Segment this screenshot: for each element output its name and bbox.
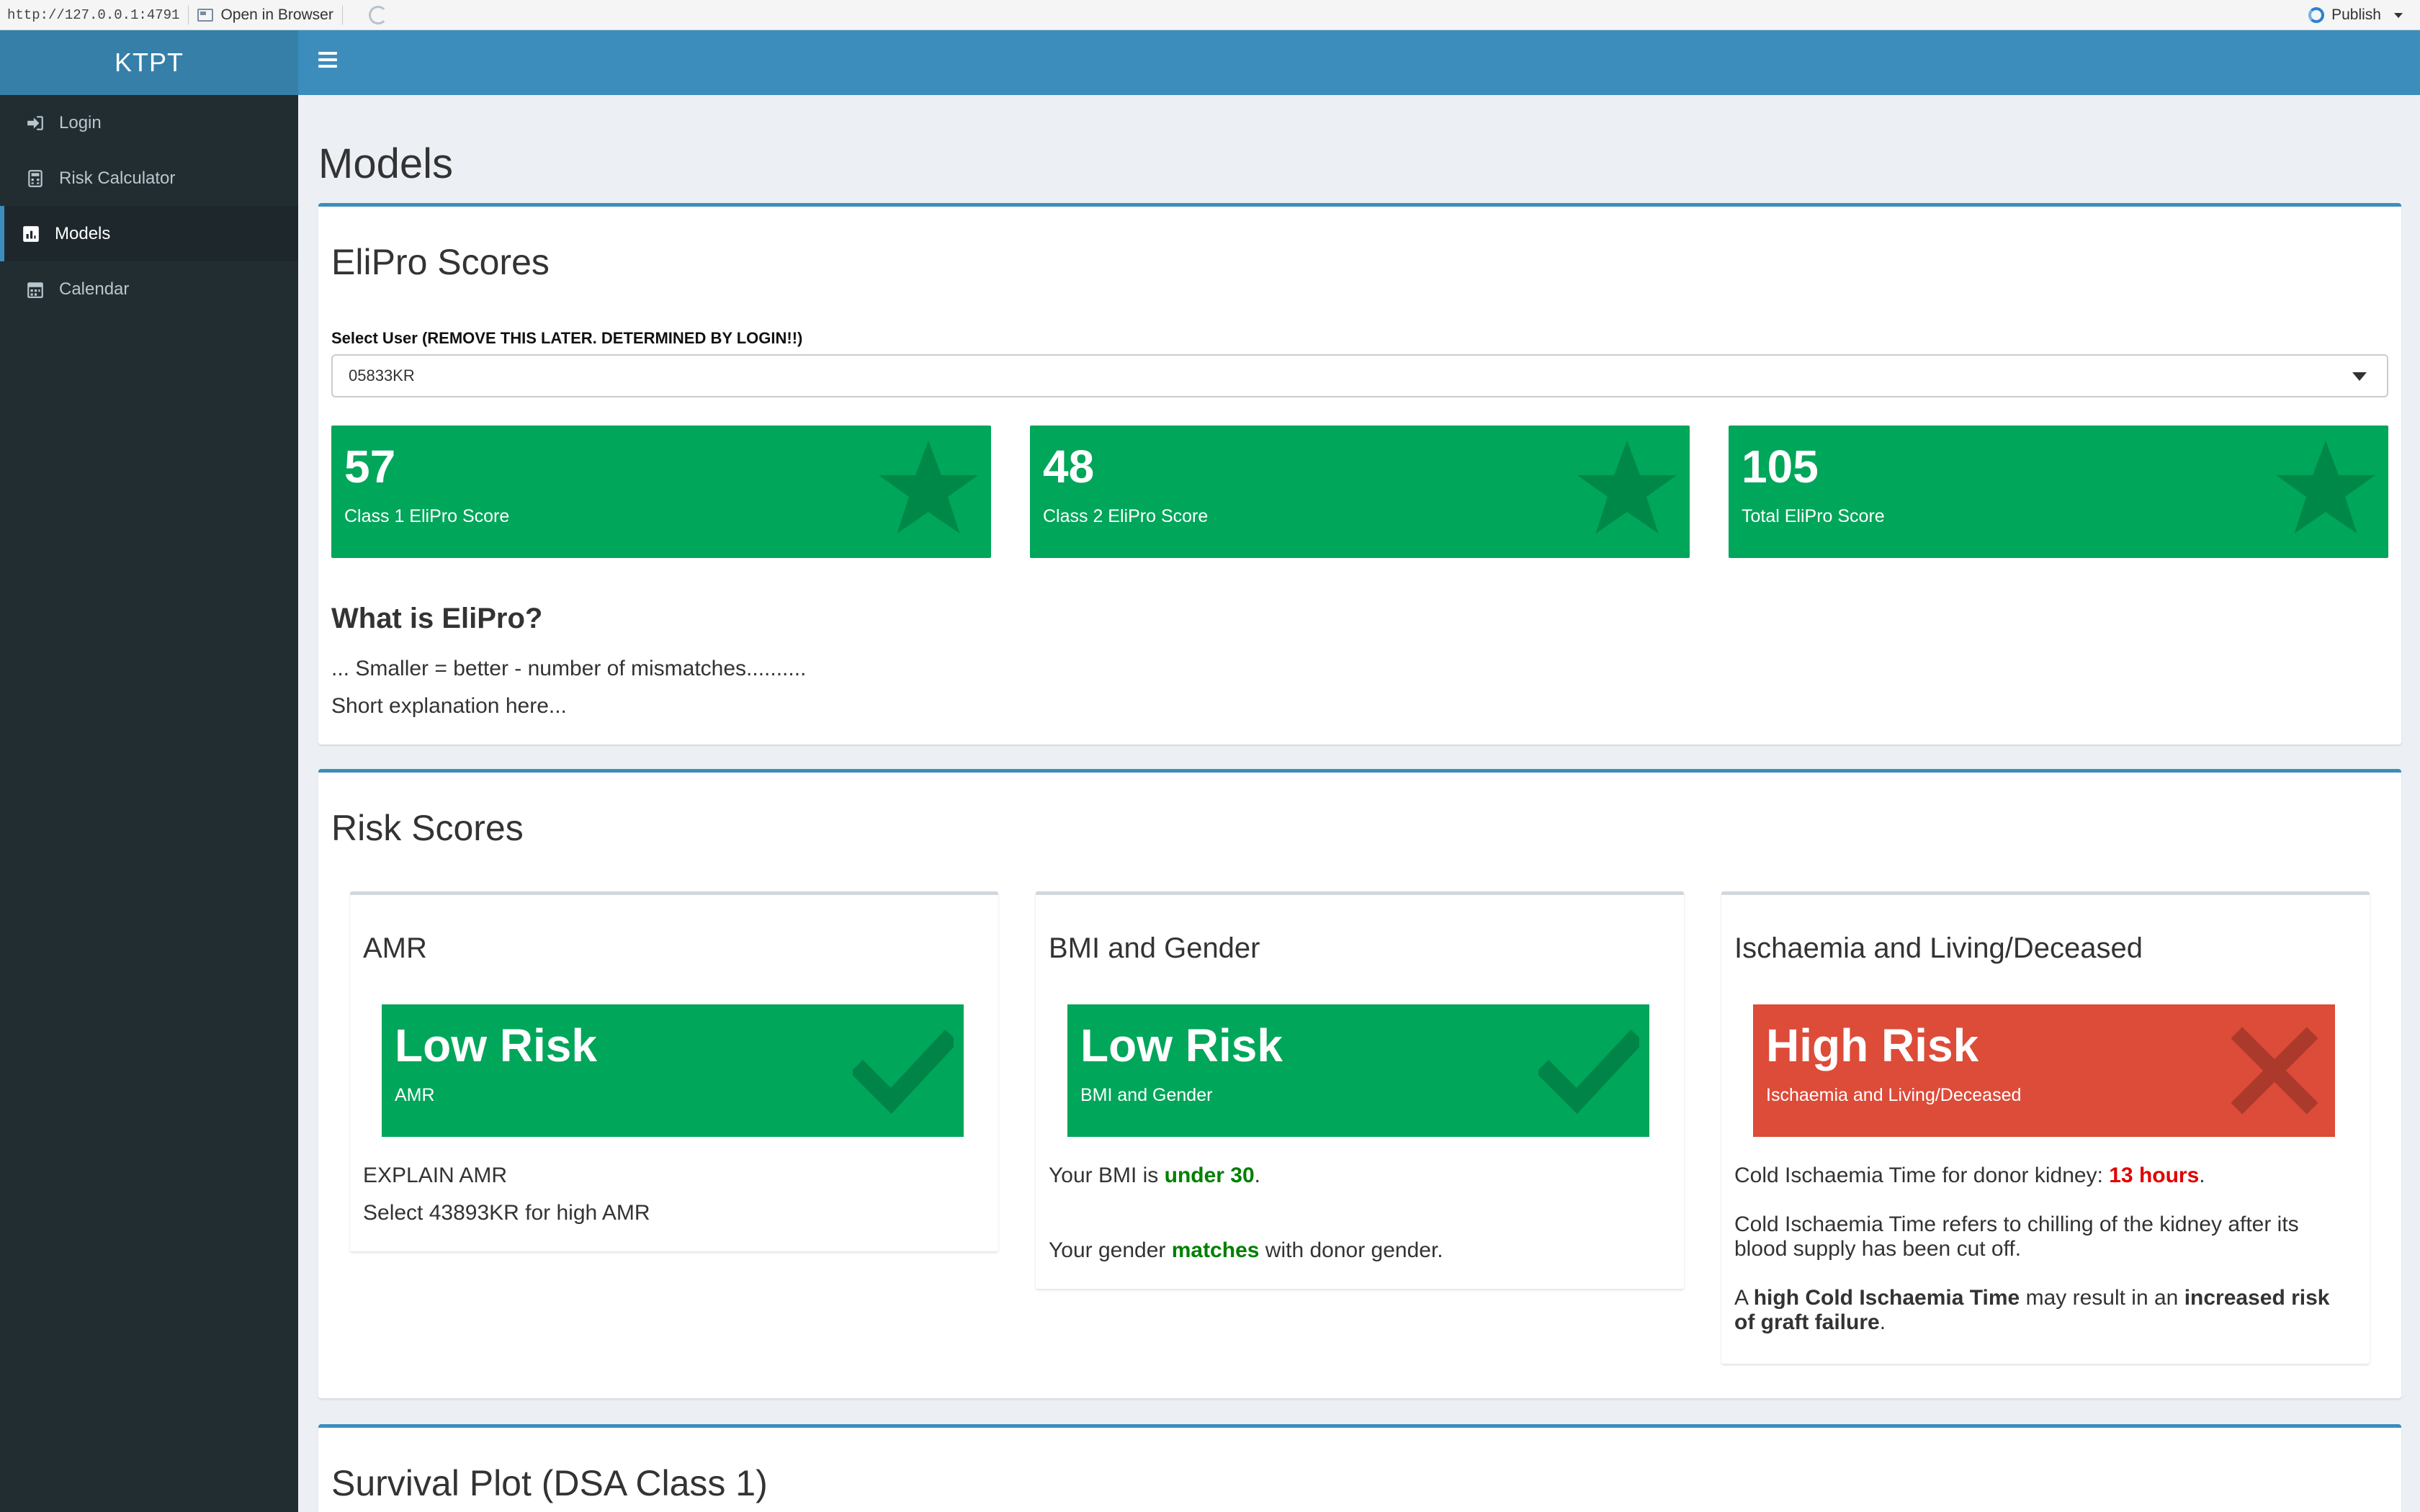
risk-scores-title: Risk Scores xyxy=(331,808,524,848)
sidebar-item-risk-calculator[interactable]: Risk Calculator xyxy=(0,150,298,206)
star-icon xyxy=(1577,441,1677,534)
risk-status-box: Low Risk AMR xyxy=(382,1004,964,1137)
survival-plot-box: Survival Plot (DSA Class 1) xyxy=(318,1424,2401,1512)
risk-status-box: High Risk Ischaemia and Living/Deceased xyxy=(1753,1004,2335,1137)
elipro-box: EliPro Scores Select User (REMOVE THIS L… xyxy=(318,203,2401,744)
viewer-url: http://127.0.0.1:4791 xyxy=(7,6,180,23)
risk-sublabel: BMI and Gender xyxy=(1080,1085,1213,1105)
score-label: Class 1 EliPro Score xyxy=(344,506,510,526)
card-title: BMI and Gender xyxy=(1049,932,1260,964)
cit-suffix: . xyxy=(2199,1164,2205,1187)
page-title: Models xyxy=(318,140,453,187)
warn-text: may result in an xyxy=(2020,1286,2184,1310)
risk-sublabel: Ischaemia and Living/Deceased xyxy=(1766,1085,2022,1105)
elipro-title: EliPro Scores xyxy=(331,242,550,282)
card-title: Ischaemia and Living/Deceased xyxy=(1734,932,2143,964)
main-content: Models EliPro Scores Select User (REMOVE… xyxy=(298,95,2420,1512)
risk-status: Low Risk xyxy=(395,1020,597,1071)
publish-label: Publish xyxy=(2331,6,2381,23)
sidebar-item-login[interactable]: Login xyxy=(0,95,298,150)
gender-suffix: with donor gender. xyxy=(1259,1238,1443,1262)
sidebar-item-label: Risk Calculator xyxy=(59,168,176,188)
ischaemia-card: Ischaemia and Living/Deceased High Risk … xyxy=(1721,891,2370,1364)
select-user-label: Select User (REMOVE THIS LATER. DETERMIN… xyxy=(331,329,803,347)
bmi-text: Your BMI is under 30. xyxy=(1049,1164,1260,1188)
open-in-browser-label: Open in Browser xyxy=(220,6,333,23)
user-select-value: 05833KR xyxy=(349,366,415,384)
chevron-down-icon xyxy=(2394,12,2403,18)
times-icon xyxy=(2231,1027,2318,1115)
class2-score-box: 48 Class 2 EliPro Score xyxy=(1030,426,1690,558)
survival-plot-title: Survival Plot (DSA Class 1) xyxy=(331,1463,768,1503)
calculator-icon xyxy=(26,169,45,188)
warn-text: A xyxy=(1734,1286,1754,1310)
calendar-icon xyxy=(26,280,45,299)
sidebar-menu: Login Risk Calculator Models Calendar xyxy=(0,95,298,317)
bmi-value: under 30 xyxy=(1164,1164,1255,1187)
score-value: 57 xyxy=(344,441,396,492)
warn-emphasis: high Cold Ischaemia Time xyxy=(1753,1286,2020,1310)
elipro-explanation-line: Short explanation here... xyxy=(331,694,567,718)
what-is-elipro-heading: What is EliPro? xyxy=(331,603,543,634)
risk-scores-box: Risk Scores AMR Low Risk AMR EXPLAIN AMR… xyxy=(318,769,2401,1398)
user-select[interactable]: 05833KR xyxy=(331,354,2388,397)
bmi-prefix: Your BMI is xyxy=(1049,1164,1165,1187)
cit-prefix: Cold Ischaemia Time for donor kidney: xyxy=(1734,1164,2110,1187)
gender-prefix: Your gender xyxy=(1049,1238,1172,1262)
cit-definition: Cold Ischaemia Time refers to chilling o… xyxy=(1734,1212,2299,1261)
check-icon xyxy=(1538,1029,1639,1115)
score-label: Total EliPro Score xyxy=(1742,506,1885,526)
bmi-gender-card: BMI and Gender Low Risk BMI and Gender Y… xyxy=(1036,891,1684,1289)
class1-score-box: 57 Class 1 EliPro Score xyxy=(331,426,991,558)
app-logo[interactable]: KTPT xyxy=(0,30,298,95)
publish-icon xyxy=(2308,7,2325,23)
score-label: Class 2 EliPro Score xyxy=(1043,506,1209,526)
browser-icon xyxy=(197,8,214,22)
cit-value: 13 hours xyxy=(2109,1164,2200,1187)
bar-chart-icon xyxy=(22,225,40,243)
amr-card: AMR Low Risk AMR EXPLAIN AMR Select 4389… xyxy=(350,891,998,1251)
amr-explain-line: EXPLAIN AMR xyxy=(363,1164,508,1187)
bmi-suffix: . xyxy=(1254,1164,1261,1187)
sidebar-item-label: Login xyxy=(59,112,102,132)
cit-warning: A high Cold Ischaemia Time may result in… xyxy=(1734,1286,2354,1335)
sidebar: KTPT Login Risk Calculator Models Calend… xyxy=(0,30,298,1512)
chevron-down-icon xyxy=(2352,372,2367,381)
star-icon xyxy=(879,441,978,534)
sidebar-item-calendar[interactable]: Calendar xyxy=(0,261,298,317)
refresh-icon[interactable] xyxy=(368,5,387,24)
check-icon xyxy=(853,1029,954,1115)
sidebar-item-models[interactable]: Models xyxy=(0,206,298,261)
sidebar-item-label: Calendar xyxy=(59,279,130,299)
toolbar-divider xyxy=(188,5,189,24)
sign-in-icon xyxy=(26,114,45,132)
viewer-toolbar: http://127.0.0.1:4791 Open in Browser Pu… xyxy=(0,0,2420,30)
cit-text: Cold Ischaemia Time for donor kidney: 13… xyxy=(1734,1164,2205,1188)
risk-status: High Risk xyxy=(1766,1020,1979,1071)
open-in-browser-button[interactable]: Open in Browser xyxy=(197,6,333,24)
star-icon xyxy=(2276,441,2375,534)
menu-toggle-icon[interactable] xyxy=(318,52,337,68)
score-value: 105 xyxy=(1742,441,1819,492)
gender-text: Your gender matches with donor gender. xyxy=(1049,1238,1443,1263)
top-navbar xyxy=(298,30,2420,95)
warn-text: . xyxy=(1879,1310,1886,1334)
sidebar-item-label: Models xyxy=(55,223,111,243)
publish-button[interactable]: Publish xyxy=(2308,0,2403,30)
risk-status: Low Risk xyxy=(1080,1020,1283,1071)
score-value: 48 xyxy=(1043,441,1095,492)
total-score-box: 105 Total EliPro Score xyxy=(1729,426,2388,558)
amr-explain-line: Select 43893KR for high AMR xyxy=(363,1201,650,1225)
elipro-explanation-line: ... Smaller = better - number of mismatc… xyxy=(331,657,807,680)
risk-status-box: Low Risk BMI and Gender xyxy=(1067,1004,1649,1137)
gender-value: matches xyxy=(1171,1238,1260,1262)
card-title: AMR xyxy=(363,932,427,964)
risk-sublabel: AMR xyxy=(395,1085,435,1105)
toolbar-divider xyxy=(341,5,343,24)
